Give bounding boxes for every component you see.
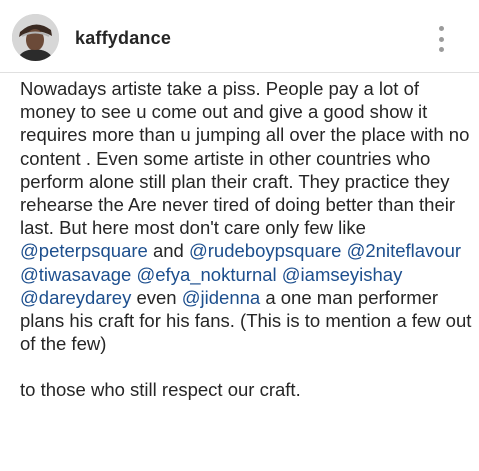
mention-iamseyishay[interactable]: @iamseyishay — [282, 264, 403, 285]
header-divider — [0, 72, 479, 73]
more-vertical-icon[interactable] — [432, 22, 450, 56]
username[interactable]: kaffydance — [75, 28, 171, 49]
caption-closing: to those who still respect our craft. — [20, 379, 301, 401]
profile-photo-icon — [12, 14, 59, 61]
post-caption: Nowadays artiste take a piss. People pay… — [20, 77, 476, 402]
more-dot — [438, 47, 444, 52]
more-dot — [438, 36, 444, 42]
mention-tiwasavage[interactable]: @tiwasavage — [20, 264, 131, 285]
caption-text: and — [147, 240, 189, 262]
post-header: kaffydance — [0, 0, 479, 72]
mention-jidenna[interactable]: @jidenna — [182, 287, 260, 308]
more-dot — [438, 26, 444, 31]
mention-peterpsquare[interactable]: @peterpsquare — [20, 240, 148, 261]
caption-text: Nowadays artiste take a piss. People pay… — [20, 78, 470, 239]
avatar[interactable] — [12, 14, 59, 61]
mention-dareydarey[interactable]: @dareydarey — [20, 287, 131, 308]
mention-efya-nokturnal[interactable]: @efya_nokturnal — [136, 264, 276, 285]
mention-2niteflavour[interactable]: @2niteflavour — [347, 240, 461, 261]
caption-text: even — [131, 286, 182, 308]
mention-rudeboypsquare[interactable]: @rudeboypsquare — [189, 240, 342, 261]
